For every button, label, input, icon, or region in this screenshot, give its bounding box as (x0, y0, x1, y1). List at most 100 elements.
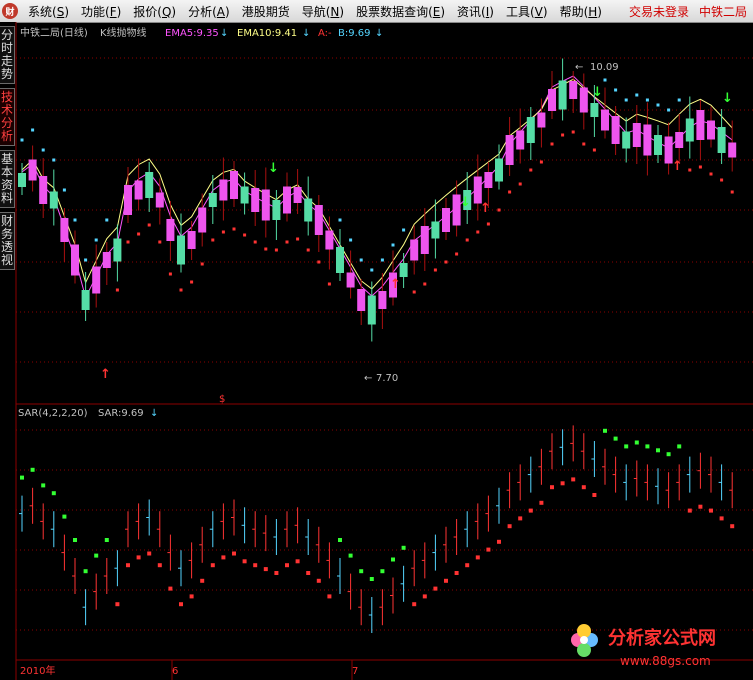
sar-dot (317, 260, 321, 264)
sar-dot (62, 188, 66, 192)
candle-body (208, 193, 217, 207)
sar-dot (210, 563, 215, 568)
flower-logo-icon (571, 624, 598, 657)
candle-body (399, 263, 408, 277)
sar-dot (285, 563, 289, 568)
sar-dot (264, 247, 268, 251)
sar-dot (571, 130, 575, 134)
candle-body (102, 252, 111, 268)
candle-body (484, 172, 493, 188)
candle-body (92, 266, 101, 294)
sub-chart-title: SAR(4,2,2,20) (18, 408, 88, 419)
candle-body (558, 80, 567, 110)
watermark: 分析家公式网 www.88gs.com (571, 624, 716, 668)
sar-dot (52, 158, 56, 162)
candle-body (367, 295, 376, 325)
sar-dot (380, 569, 385, 574)
sar-dot (603, 78, 607, 82)
sar-dot (200, 578, 205, 583)
sar-dot (454, 571, 459, 575)
sar-dot (338, 538, 342, 542)
ema10-down-icon: ↓ (302, 28, 310, 39)
buy-arrow-icon: ↑ (672, 159, 683, 174)
sar-dot (730, 524, 735, 529)
sar-dot (529, 168, 533, 172)
sar-dot (433, 268, 437, 272)
chart-canvas[interactable]: ↑ ↓ ↑ ↓ ↑ ↓ ↑ ↓ 中铁二局(日线) K线抛物线 EMA5:9.35 ↓ EMA1… (0, 0, 753, 680)
sar-dot (550, 485, 554, 490)
candle-body (707, 120, 715, 140)
sar-dot (423, 282, 427, 286)
sar-dot (253, 563, 258, 568)
candle-body (526, 117, 535, 143)
sar-dot (486, 547, 491, 552)
ema10-line (21, 78, 733, 290)
sar-dot (666, 452, 671, 457)
high-price-label: 10.09 (590, 62, 619, 73)
candle-body (537, 112, 546, 128)
sar-dot (306, 248, 310, 252)
candle-body (548, 89, 556, 111)
b-label: B:9.69 (338, 28, 371, 39)
sar-dot (709, 508, 713, 513)
sell-arrow-icon: ↓ (592, 85, 603, 100)
candle-body (177, 235, 185, 265)
candle-body (166, 219, 175, 241)
sar-dot (30, 467, 35, 472)
candle-body (590, 103, 599, 117)
sar-dot (295, 559, 300, 564)
sar-dot (168, 586, 173, 591)
candle-body (113, 238, 122, 262)
sar-dot (73, 538, 77, 542)
sar-dot (136, 555, 141, 560)
sar-dot (157, 563, 162, 568)
candle-body (60, 218, 69, 242)
sar-dot (73, 218, 77, 222)
sar-dot (497, 208, 501, 212)
candle-body (18, 173, 26, 187)
main-chart-title: 中铁二局(日线) (20, 26, 88, 39)
chart-frame (15, 22, 753, 680)
candle-body (654, 135, 662, 155)
candle-body (685, 118, 694, 142)
sar-dot (677, 444, 682, 449)
sar-dot (274, 248, 278, 252)
candle-body (442, 208, 450, 232)
candle-body (219, 179, 228, 201)
candle-body (145, 172, 154, 198)
sar-dot (507, 524, 512, 529)
sar-dot (422, 594, 427, 599)
sar-dot (338, 218, 342, 222)
candle-body (304, 198, 313, 222)
sar-dot (190, 280, 194, 284)
sar-dot (720, 178, 724, 182)
sar-dot (687, 508, 692, 513)
candle-body (622, 131, 631, 149)
sar-dot (232, 551, 236, 556)
buy-arrow-icon: ↑ (390, 277, 401, 292)
candle-body (155, 192, 164, 208)
sar-dot (168, 272, 172, 276)
candle-body (336, 247, 344, 273)
ema5-label: EMA5:9.35 (165, 28, 219, 39)
candle-body (632, 123, 641, 147)
sar-value-label: SAR:9.69 (98, 408, 144, 419)
high-arrow-icon: ← (575, 62, 583, 73)
candle-body (272, 200, 281, 220)
candle-body (124, 185, 132, 215)
sar-dot (486, 222, 490, 226)
sar-dot (719, 516, 724, 521)
sar-dot (94, 238, 98, 242)
sar-dot (465, 238, 469, 242)
candle-body (293, 187, 302, 203)
sar-dot (444, 578, 448, 583)
sar-dots-sub (20, 428, 735, 607)
candle-body (675, 132, 684, 148)
candle-body (39, 176, 48, 204)
sar-dot (582, 142, 586, 146)
axis-month-label: 6 (172, 666, 178, 677)
candle-body (696, 110, 705, 140)
sar-dot (497, 539, 501, 544)
sar-dot (274, 571, 279, 575)
sar-dot (370, 268, 374, 272)
